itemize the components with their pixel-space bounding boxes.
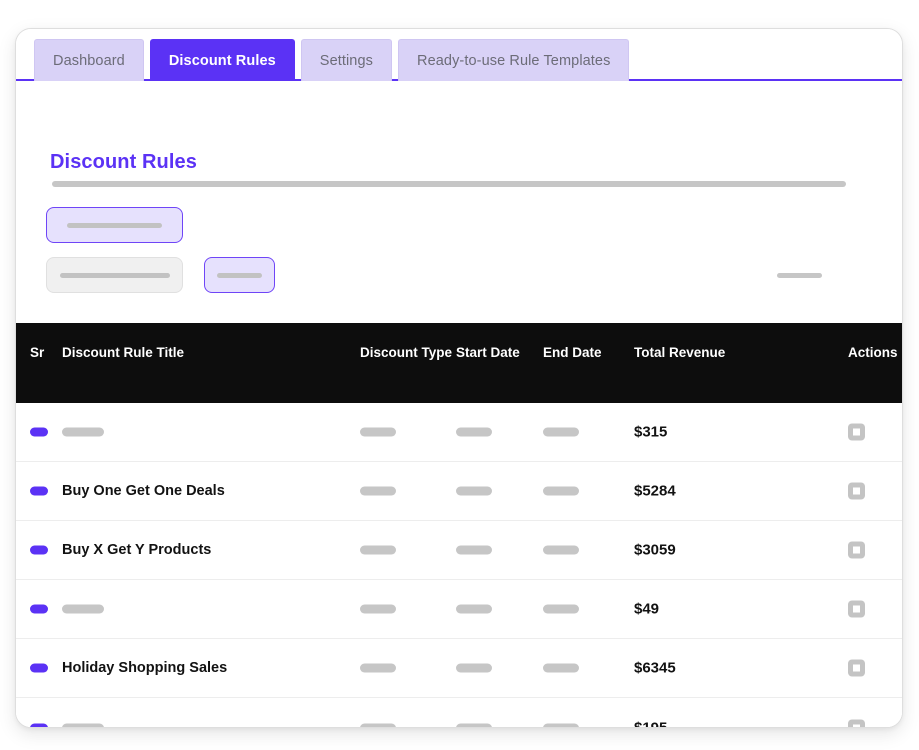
toolbar-right-skeleton [777,273,822,278]
column-header-end-date[interactable]: End Date [543,345,602,360]
page-title: Discount Rules [50,151,197,173]
row-end-date-skeleton [543,604,579,614]
row-type-skeleton [360,604,396,614]
row-title-skeleton [62,604,104,614]
table-row[interactable]: $315 [16,403,902,462]
column-header-title[interactable]: Discount Rule Title [62,345,184,360]
row-end-date-skeleton [543,723,579,727]
row-revenue: $6345 [634,659,676,677]
row-end-date-skeleton [543,427,579,437]
row-title: Buy One Get One Deals [62,483,225,499]
row-revenue: $195 [634,719,668,728]
title-underline-skeleton [52,181,846,187]
row-start-date-skeleton [456,604,492,614]
row-title: Buy X Get Y Products [62,542,212,558]
column-header-actions: Actions [848,345,898,360]
skeleton-bar [217,272,262,278]
row-sr-badge [30,604,48,614]
column-header-start-date[interactable]: Start Date [456,345,520,360]
content-area: Discount Rules Sr Discount Rule Title Di… [16,81,902,727]
view-icon[interactable] [848,423,865,441]
tab-discount-rules[interactable]: Discount Rules [149,39,295,81]
row-title: Holiday Shopping Sales [62,660,228,676]
skeleton-bar [67,222,162,228]
tab-ready-to-use-templates[interactable]: Ready-to-use Rule Templates [398,39,630,81]
row-end-date-skeleton [543,663,579,673]
row-sr-badge [30,663,48,673]
discount-rules-table: Sr Discount Rule Title Discount Type Sta… [16,323,902,727]
row-type-skeleton [360,427,396,437]
view-icon[interactable] [848,600,865,618]
column-header-sr[interactable]: Sr [30,345,44,360]
tab-bar: Dashboard Discount Rules Settings Ready-… [16,29,902,81]
view-icon[interactable] [848,482,865,500]
apply-filter-button[interactable] [204,257,275,293]
row-start-date-skeleton [456,545,492,555]
row-title-skeleton [62,427,104,437]
table-row[interactable]: Buy X Get Y Products $3059 [16,521,902,580]
row-start-date-skeleton [456,723,492,727]
skeleton-bar [59,272,170,278]
row-end-date-skeleton [543,486,579,496]
column-header-type[interactable]: Discount Type [360,345,452,360]
row-sr-badge [30,427,48,437]
view-icon[interactable] [848,541,865,559]
row-type-skeleton [360,486,396,496]
app-window: Dashboard Discount Rules Settings Ready-… [15,28,903,728]
primary-filter-button[interactable] [46,207,183,243]
tab-label: Discount Rules [168,52,276,69]
table-row[interactable]: $195 [16,698,902,728]
table-row[interactable]: $49 [16,580,902,639]
table-row[interactable]: Holiday Shopping Sales $6345 [16,639,902,698]
row-revenue: $5284 [634,482,676,500]
row-sr-badge [30,723,48,727]
view-icon[interactable] [848,659,865,677]
row-sr-badge [30,486,48,496]
search-input[interactable] [46,257,183,293]
tab-label: Settings [319,52,373,69]
column-header-revenue[interactable]: Total Revenue [634,345,725,360]
view-icon[interactable] [848,719,865,727]
row-type-skeleton [360,663,396,673]
tab-label: Ready-to-use Rule Templates [417,52,611,69]
table-header-row: Sr Discount Rule Title Discount Type Sta… [16,323,902,403]
row-end-date-skeleton [543,545,579,555]
table-row[interactable]: Buy One Get One Deals $5284 [16,462,902,521]
row-title-skeleton [62,723,104,727]
tab-dashboard[interactable]: Dashboard [34,39,144,81]
tab-settings[interactable]: Settings [300,39,392,81]
row-type-skeleton [360,723,396,727]
row-type-skeleton [360,545,396,555]
row-start-date-skeleton [456,486,492,496]
row-start-date-skeleton [456,663,492,673]
tab-label: Dashboard [53,52,125,69]
row-start-date-skeleton [456,427,492,437]
row-revenue: $49 [634,600,660,618]
row-revenue: $315 [634,423,668,441]
row-sr-badge [30,545,48,555]
row-revenue: $3059 [634,541,676,559]
